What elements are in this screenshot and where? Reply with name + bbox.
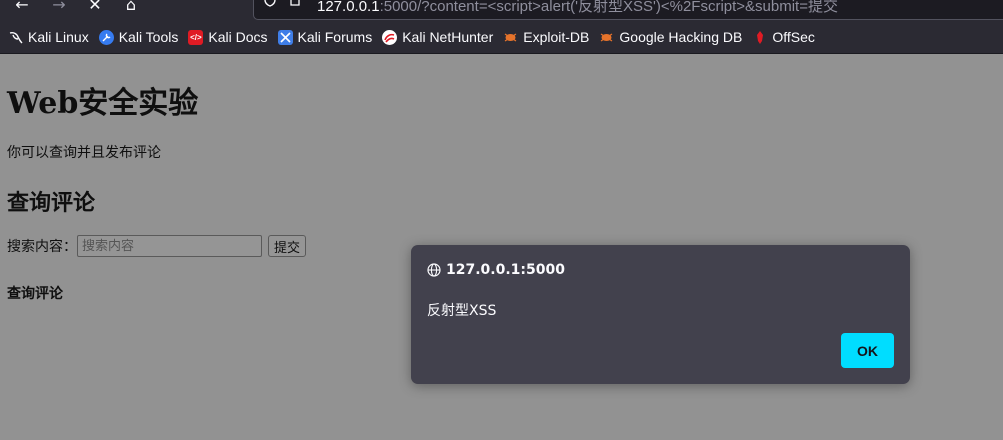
bookmark-kali-forums[interactable]: Kali Forums: [277, 29, 373, 45]
kali-docs-icon: </>: [188, 29, 204, 45]
search-input[interactable]: [77, 235, 262, 257]
forward-arrow-icon[interactable]: →: [45, 0, 73, 16]
tracking-shield-icon[interactable]: [264, 0, 278, 7]
search-label: 搜索内容：: [7, 239, 77, 255]
submit-button[interactable]: 提交: [268, 235, 307, 257]
url-host: 127.0.0.1: [317, 0, 380, 15]
globe-icon: [427, 263, 441, 277]
offsec-icon: [752, 30, 767, 45]
bookmark-label: Kali NetHunter: [402, 29, 494, 45]
home-icon[interactable]: ⌂: [117, 0, 145, 16]
stop-loading-icon[interactable]: ✕: [81, 0, 109, 16]
bookmark-label: Exploit-DB: [523, 29, 590, 45]
bookmark-kali-tools[interactable]: Kali Tools: [98, 29, 179, 45]
url-bar[interactable]: 127.0.0.1:5000/?content=<script>alert('反…: [253, 0, 1003, 20]
bookmark-label: Google Hacking DB: [619, 29, 743, 45]
bookmark-offsec[interactable]: OffSec: [752, 29, 815, 45]
page-info-icon[interactable]: [290, 0, 304, 7]
bookmark-kali-nethunter[interactable]: Kali NetHunter: [382, 29, 493, 45]
bookmark-label: Kali Linux: [28, 29, 89, 45]
url-path: :5000/?content=<script>alert('反射型XSS')<%…: [379, 0, 838, 15]
ghdb-icon: [599, 30, 614, 45]
page-description: 你可以查询并且发布评论: [7, 145, 161, 161]
search-form: 搜索内容： 提交: [7, 235, 307, 257]
bookmark-exploit-db[interactable]: Exploit-DB: [503, 29, 589, 45]
nethunter-icon: [382, 29, 398, 45]
page-title: Web安全实验: [7, 86, 199, 121]
dialog-origin-text: 127.0.0.1:5000: [446, 262, 565, 278]
kali-tools-icon: [98, 29, 114, 45]
bookmarks-bar: Kali Linux Kali Tools </> Kali Docs Kali…: [0, 21, 1003, 54]
bookmark-google-hacking-db[interactable]: Google Hacking DB: [599, 29, 742, 45]
bookmark-kali-docs[interactable]: </> Kali Docs: [188, 29, 268, 45]
alert-dialog: 127.0.0.1:5000 反射型XSS OK: [411, 245, 910, 384]
dialog-origin: 127.0.0.1:5000: [427, 262, 565, 278]
bookmark-label: Kali Forums: [297, 29, 373, 45]
bookmark-label: Kali Tools: [118, 29, 179, 45]
browser-toolbar: ← → ✕ ⌂ 127.0.0.1:5000/?content=<script>…: [0, 0, 1003, 21]
query-heading: 查询评论: [7, 191, 96, 216]
kali-forums-icon: [277, 29, 293, 45]
url-text[interactable]: 127.0.0.1:5000/?content=<script>alert('反…: [317, 0, 838, 16]
dialog-message: 反射型XSS: [427, 303, 497, 319]
bookmark-label: OffSec: [772, 29, 815, 45]
exploit-db-icon: [503, 30, 518, 45]
bookmark-label: Kali Docs: [208, 29, 268, 45]
ok-button[interactable]: OK: [841, 333, 894, 368]
result-heading: 查询评论: [7, 286, 63, 302]
kali-dragon-icon: [8, 30, 23, 45]
back-arrow-icon[interactable]: ←: [8, 0, 36, 16]
bookmark-kali-linux[interactable]: Kali Linux: [8, 29, 89, 45]
